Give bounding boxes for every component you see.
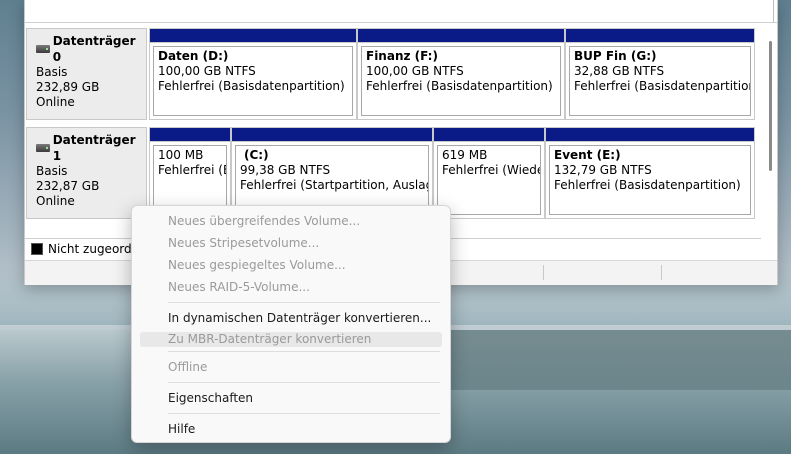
disk-size: 232,89 GB <box>36 80 100 94</box>
disk-type: Basis <box>36 65 68 79</box>
partition-recovery[interactable]: 619 MB Fehlerfrei (Wiederh <box>433 127 545 219</box>
menu-item-convert-dynamic[interactable]: In dynamischen Datenträger konvertieren.… <box>132 307 450 329</box>
menu-separator <box>168 302 440 303</box>
partition-size: 99,38 GB NTFS <box>240 163 331 177</box>
disk-size: 232,87 GB <box>36 179 100 193</box>
disk-row-0: Datenträger 0 Basis 232,89 GB Online Dat… <box>25 28 761 120</box>
menu-item-convert-mbr[interactable]: Zu MBR-Datenträger konvertieren <box>140 332 442 347</box>
menu-item-new-striped-volume[interactable]: Neues Stripesetvolume... <box>132 232 450 254</box>
partition-bar <box>358 29 564 43</box>
menu-item-new-raid5-volume[interactable]: Neues RAID-5-Volume... <box>132 276 450 298</box>
partition-d[interactable]: Daten (D:) 100,00 GB NTFS Fehlerfrei (Ba… <box>149 28 357 120</box>
desktop-background-trees <box>450 330 791 390</box>
partition-size: 100,00 GB NTFS <box>366 64 464 78</box>
partition-state: Fehlerfrei (Basisdatenpartition) <box>554 178 741 192</box>
partition-state: Fehlerfrei (Wiederh <box>442 163 540 177</box>
partition-bar <box>232 128 432 142</box>
disk-status: Online <box>36 95 75 109</box>
partition-g[interactable]: BUP Fin (G:) 32,88 GB NTFS Fehlerfrei (B… <box>565 28 755 120</box>
disk-info-1[interactable]: Datenträger 1 Basis 232,87 GB Online <box>26 127 147 219</box>
menu-item-new-mirrored-volume[interactable]: Neues gespiegeltes Volume... <box>132 254 450 276</box>
partition-f[interactable]: Finanz (F:) 100,00 GB NTFS Fehlerfrei (B… <box>357 28 565 120</box>
partition-size: 100 MB <box>158 148 204 162</box>
partition-bar <box>150 29 356 43</box>
menu-item-new-spanned-volume[interactable]: Neues übergreifendes Volume... <box>132 210 450 232</box>
menu-item-properties[interactable]: Eigenschaften <box>132 387 450 409</box>
context-menu: Neues übergreifendes Volume... Neues Str… <box>131 205 451 443</box>
legend-unallocated-label: Nicht zugeordn <box>48 241 140 256</box>
unallocated-swatch-icon <box>31 242 43 255</box>
partition-bar <box>150 128 230 142</box>
partition-size: 100,00 GB NTFS <box>158 64 256 78</box>
disk-type: Basis <box>36 164 68 178</box>
menu-separator <box>168 382 440 383</box>
disk-icon <box>36 45 50 53</box>
partition-size: 32,88 GB NTFS <box>574 64 665 78</box>
scrollbar-thumb[interactable] <box>769 41 772 171</box>
partition-bar <box>566 29 754 43</box>
partition-state: Fehlerfrei (Basisdatenpartition) <box>158 79 345 93</box>
partition-state: Fehlerfrei (Basisdatenpartition) <box>366 79 553 93</box>
partition-name: BUP Fin (G:) <box>574 49 657 63</box>
menu-separator <box>168 351 440 352</box>
vertical-scrollbar[interactable] <box>763 24 777 236</box>
partition-name: Daten (D:) <box>158 49 229 63</box>
menu-item-offline[interactable]: Offline <box>132 356 450 378</box>
partition-size: 619 MB <box>442 148 488 162</box>
partition-name: Finanz (F:) <box>366 49 438 63</box>
partition-state: Fehlerfrei (EF <box>158 163 226 177</box>
partition-size: 132,79 GB NTFS <box>554 163 652 177</box>
disk-title: Datenträger 1 <box>52 133 136 163</box>
partition-bar <box>546 128 754 142</box>
disk-icon <box>36 144 50 152</box>
partition-name: Event (E:) <box>554 148 621 162</box>
volume-list-bottom <box>25 0 777 23</box>
disk-title: Datenträger 0 <box>52 34 136 64</box>
partition-e[interactable]: Event (E:) 132,79 GB NTFS Fehlerfrei (Ba… <box>545 127 755 219</box>
partition-state: Fehlerfrei (Startpartition, Auslagerui <box>240 178 428 192</box>
menu-separator <box>168 413 440 414</box>
disk-info-0[interactable]: Datenträger 0 Basis 232,89 GB Online <box>26 28 147 120</box>
menu-item-help[interactable]: Hilfe <box>132 418 450 440</box>
partition-state: Fehlerfrei (Basisdatenpartition) <box>574 79 751 93</box>
disk-status: Online <box>36 194 75 208</box>
partition-bar <box>434 128 544 142</box>
partition-name: (C:) <box>244 148 269 162</box>
